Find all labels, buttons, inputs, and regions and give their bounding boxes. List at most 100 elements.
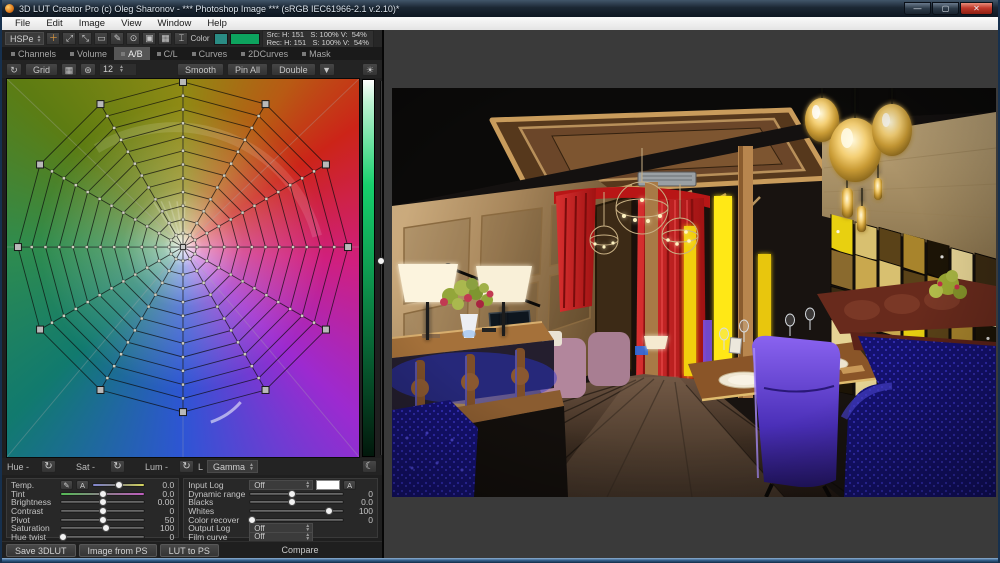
slider-track-whites[interactable] <box>249 509 344 513</box>
grid-controls: ↻ Grid ▦ ⊛ 12 ▲▼ Smooth Pin All Double ▼… <box>2 60 382 78</box>
tab-2dcurves[interactable]: 2DCurves <box>234 47 295 60</box>
mode-select[interactable]: HSPe ▲▼ <box>5 32 44 45</box>
basic-adjustments-panel: Temp.✎A0.0Tint0.0Brightness0.00Contrast0… <box>6 478 179 538</box>
sun-icon[interactable]: ☀ <box>362 63 378 76</box>
slider-track-brightness[interactable] <box>60 500 145 504</box>
slider-handle[interactable] <box>99 490 107 498</box>
pin-all-button[interactable]: Pin All <box>227 63 268 76</box>
tab-bar: ChannelsVolumeA/BC/LCurves2DCurvesMask <box>2 47 382 60</box>
picker-tool-icon[interactable]: ✎ <box>110 32 124 45</box>
grid-view-icon[interactable]: ▦ <box>61 63 77 76</box>
grid-tool-icon[interactable]: ▦ <box>158 32 172 45</box>
color-wheel-editor[interactable] <box>6 78 360 458</box>
menu-item-help[interactable]: Help <box>199 18 235 29</box>
tool-panel: HSPe ▲▼ ＋ ⤢ ⤡ ▭ ✎ ⊙ ▣ ▦ ⌶ Color Src: H: … <box>2 30 384 558</box>
dropdown-icon[interactable]: ▼ <box>319 63 335 76</box>
tab-bullet-icon <box>302 52 306 56</box>
color-readout: Src: H: 151 S: 100% V: 54%Rec: H: 151 S:… <box>262 30 374 48</box>
lum-label: Lum - <box>145 462 175 472</box>
save-3dlut-button[interactable]: Save 3DLUT <box>6 544 76 557</box>
slider-handle[interactable] <box>325 507 333 515</box>
luminance-gradient-bar[interactable] <box>362 79 375 457</box>
slider-handle[interactable] <box>288 490 296 498</box>
slider-handle[interactable] <box>248 516 256 524</box>
sat-label: Sat - <box>76 462 106 472</box>
tab-bullet-icon <box>121 52 125 56</box>
adjust-row: Hue - ↻ Sat - ↻ Lum - ↻ L Gamma ▲▼ ☾ <box>2 458 382 475</box>
slider-track-hue-twist[interactable] <box>60 535 145 539</box>
slider-track-saturation[interactable] <box>60 526 145 530</box>
slider-track-temp-[interactable] <box>92 483 145 487</box>
source-color-swatch[interactable] <box>214 33 228 45</box>
minimize-button[interactable]: — <box>904 2 931 15</box>
expand-tool-icon[interactable]: ⤢ <box>62 32 76 45</box>
wheel-view-icon[interactable]: ⊛ <box>80 63 96 76</box>
slider-handle[interactable] <box>99 516 107 524</box>
result-color-swatch[interactable] <box>230 33 260 45</box>
app-window: 3D LUT Creator Pro (c) Oleg Sharonov - *… <box>0 0 1000 563</box>
slider-handle[interactable] <box>99 507 107 515</box>
tab-volume[interactable]: Volume <box>63 47 114 60</box>
menu-item-window[interactable]: Window <box>150 18 200 29</box>
slider-track-pivot[interactable] <box>60 518 145 522</box>
wheel-grid-overlay <box>7 79 359 457</box>
grid-size-stepper[interactable]: 12 ▲▼ <box>99 63 137 76</box>
slider-track-blacks[interactable] <box>249 500 344 504</box>
slider-handle[interactable] <box>99 498 107 506</box>
slider-row-film-curve: Film curveOff▲▼ <box>188 533 373 542</box>
maximize-button[interactable]: ▢ <box>932 2 959 15</box>
contract-tool-icon[interactable]: ⤡ <box>78 32 92 45</box>
reset-icon[interactable]: ↻ <box>6 63 22 76</box>
move-tool-icon[interactable]: ＋ <box>46 32 60 45</box>
levels-tool-icon[interactable]: ⌶ <box>174 32 188 45</box>
frame-tool-icon[interactable]: ▣ <box>142 32 156 45</box>
wheel-area <box>2 78 382 458</box>
tab-channels[interactable]: Channels <box>4 47 63 60</box>
zoom-tool-icon[interactable]: ⊙ <box>126 32 140 45</box>
menu-item-view[interactable]: View <box>113 18 149 29</box>
close-button[interactable]: ✕ <box>960 2 993 15</box>
slider-track-color-recover[interactable] <box>249 518 344 522</box>
gamma-dropdown[interactable]: Gamma ▲▼ <box>207 460 258 473</box>
tab-bullet-icon <box>70 52 74 56</box>
tab-mask[interactable]: Mask <box>295 47 338 60</box>
grid-size-spinner[interactable]: ▲▼ <box>119 65 124 73</box>
footer-bar: Save 3DLUTImage from PSLUT to PS Compare <box>2 541 382 558</box>
lut-to-ps-button[interactable]: LUT to PS <box>160 544 219 557</box>
slider-handle[interactable] <box>59 533 67 541</box>
restaurant-photo[interactable] <box>392 88 996 497</box>
tab-bullet-icon <box>192 52 196 56</box>
slider-track-contrast[interactable] <box>60 509 145 513</box>
menu-item-file[interactable]: File <box>7 18 38 29</box>
tab-a-b[interactable]: A/B <box>114 47 150 60</box>
menu-item-edit[interactable]: Edit <box>38 18 70 29</box>
grid-button[interactable]: Grid <box>25 63 58 76</box>
moon-icon[interactable]: ☾ <box>362 460 377 473</box>
menu-item-image[interactable]: Image <box>71 18 113 29</box>
slider-track-tint[interactable] <box>60 492 145 496</box>
slider-handle[interactable] <box>102 524 110 532</box>
hue-reset-icon[interactable]: ↻ <box>41 460 56 473</box>
app-icon <box>5 4 14 13</box>
slider-handle[interactable] <box>288 498 296 506</box>
menubar: FileEditImageViewWindowHelp <box>2 17 998 30</box>
gamma-spinner[interactable]: ▲▼ <box>249 463 254 471</box>
sat-reset-icon[interactable]: ↻ <box>110 460 125 473</box>
double-button[interactable]: Double <box>271 63 316 76</box>
mode-select-spinner[interactable]: ▲▼ <box>37 35 42 43</box>
tab-bullet-icon <box>157 52 161 56</box>
image-from-ps-button[interactable]: Image from PS <box>79 544 157 557</box>
window-title: 3D LUT Creator Pro (c) Oleg Sharonov - *… <box>19 4 899 14</box>
marquee-tool-icon[interactable]: ▭ <box>94 32 108 45</box>
slider-track-dynamic-range[interactable] <box>249 492 344 496</box>
tab-curves[interactable]: Curves <box>185 47 235 60</box>
slider-handle[interactable] <box>115 481 123 489</box>
log-adjustments-panel: Input LogOff▲▼ADynamic range0Blacks0.0Wh… <box>183 478 378 538</box>
gamma-value: Gamma <box>213 462 245 472</box>
grid-size-value: 12 <box>103 64 113 74</box>
tab-c-l[interactable]: C/L <box>150 47 185 60</box>
lum-reset-icon[interactable]: ↻ <box>179 460 194 473</box>
compare-label[interactable]: Compare <box>222 545 378 555</box>
smooth-button[interactable]: Smooth <box>177 63 224 76</box>
image-preview-pane <box>384 30 998 558</box>
